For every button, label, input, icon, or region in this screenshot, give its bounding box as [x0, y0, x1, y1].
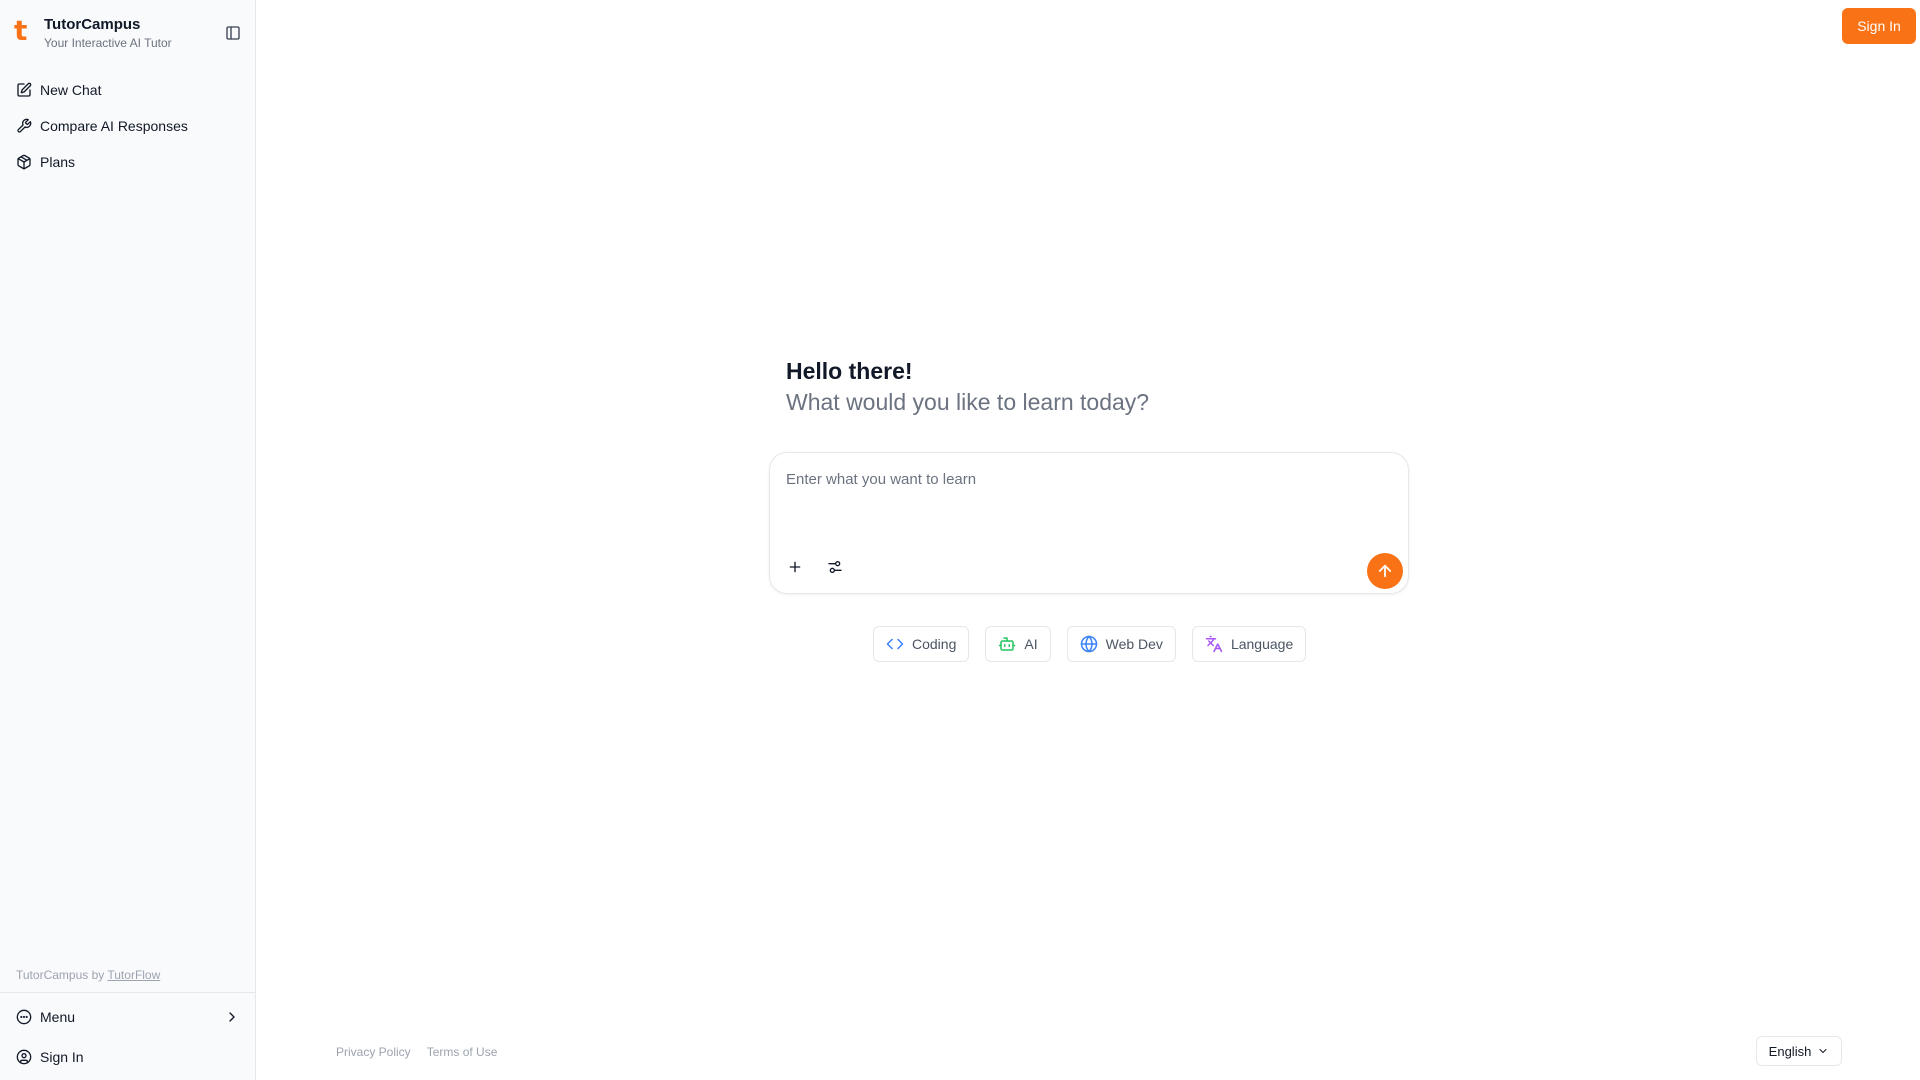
privacy-policy-link[interactable]: Privacy Policy — [336, 1045, 411, 1059]
chip-ai[interactable]: AI — [985, 626, 1051, 662]
chip-label: Web Dev — [1105, 636, 1163, 652]
menu-label: Menu — [40, 1009, 76, 1025]
wrench-icon — [17, 118, 32, 133]
chip-label: Language — [1230, 636, 1294, 652]
sidebar-menu-button[interactable]: Menu — [8, 997, 248, 1037]
hero: Hello there! What would you like to lear… — [786, 356, 1346, 418]
sidebar-toggle-button[interactable] — [224, 24, 242, 42]
edit-icon — [17, 82, 32, 97]
prompt-input[interactable] — [786, 471, 1386, 531]
sidebar-credit: TutorCampus by TutorFlow — [16, 968, 160, 982]
credit-prefix: TutorCampus by — [16, 968, 108, 982]
sidebar-item-plans[interactable]: Plans — [8, 144, 248, 180]
credit-link[interactable]: TutorFlow — [107, 968, 160, 982]
language-select[interactable]: English — [1756, 1036, 1842, 1066]
chip-label: Coding — [912, 636, 957, 652]
sidebar: t TutorCampus Your Interactive AI Tutor … — [0, 0, 256, 1080]
sidebar-item-new-chat[interactable]: New Chat — [8, 72, 248, 108]
sidebar-item-label: Plans — [40, 154, 76, 170]
app-root: t TutorCampus Your Interactive AI Tutor … — [0, 0, 1920, 1080]
language-selected: English — [1768, 1043, 1812, 1059]
chip-web-dev[interactable]: Web Dev — [1066, 626, 1176, 662]
terms-of-use-link[interactable]: Terms of Use — [427, 1045, 498, 1059]
chip-coding[interactable]: Coding — [873, 626, 970, 662]
sidebar-toggle-icon — [226, 26, 240, 40]
chevron-down-icon — [1819, 1049, 1827, 1053]
bot-icon — [999, 637, 1016, 651]
topic-chips: Coding AI Web Dev Language — [873, 626, 1307, 662]
code-icon — [886, 638, 904, 650]
sidebar-nav: New Chat Compare AI Responses Plans — [8, 72, 248, 180]
settings-button[interactable] — [821, 553, 849, 581]
languages-icon — [1205, 635, 1223, 653]
plus-icon — [789, 561, 801, 573]
sidebar-item-label: Compare AI Responses — [40, 118, 188, 134]
sidebar-item-label: New Chat — [40, 82, 102, 98]
footer-links: Privacy Policy Terms of Use — [336, 1045, 497, 1059]
sidebar-signin-button[interactable]: Sign In — [8, 1037, 248, 1077]
brand-logo: t — [14, 14, 28, 47]
brand-text: TutorCampus Your Interactive AI Tutor — [44, 16, 172, 51]
arrow-up-icon — [1378, 564, 1392, 578]
more-horizontal-circle-icon — [16, 1009, 32, 1025]
send-button[interactable] — [1367, 553, 1403, 589]
signin-label: Sign In — [40, 1049, 84, 1065]
brand-tagline: Your Interactive AI Tutor — [44, 36, 172, 50]
chip-language[interactable]: Language — [1191, 626, 1307, 662]
user-circle-icon — [16, 1049, 32, 1065]
package-icon — [17, 154, 31, 170]
signin-button[interactable]: Sign In — [1842, 8, 1916, 44]
chip-label: AI — [1024, 636, 1038, 652]
brand-name: TutorCampus — [44, 16, 141, 33]
attach-button[interactable] — [781, 553, 809, 581]
sliders-icon — [828, 561, 842, 573]
sidebar-item-compare-ai[interactable]: Compare AI Responses — [8, 108, 248, 144]
hero-title: Hello there! — [786, 358, 913, 384]
sidebar-bottom: Menu Sign In — [0, 992, 256, 1080]
chevron-right-icon — [229, 1012, 235, 1022]
prompt-box — [769, 452, 1409, 594]
hero-subtitle: What would you like to learn today? — [786, 389, 1150, 415]
globe-icon — [1080, 635, 1097, 653]
brand[interactable]: t TutorCampus Your Interactive AI Tutor — [14, 16, 172, 51]
